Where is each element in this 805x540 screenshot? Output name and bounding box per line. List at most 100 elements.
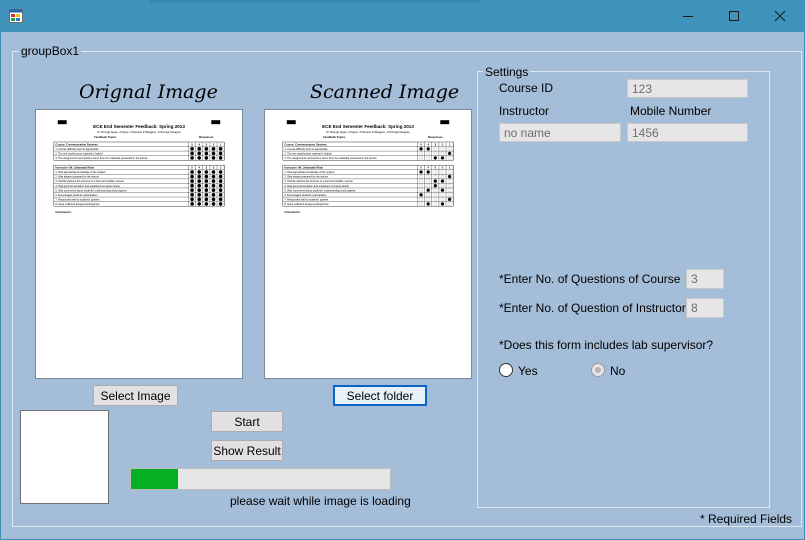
title-strip — [150, 0, 480, 3]
response-bubble — [426, 146, 431, 151]
scale-number: 4 — [427, 166, 429, 170]
scanned-image-box[interactable]: ECE End Semester Feedback: Spring 2013 5=… — [264, 109, 472, 379]
response-bubble — [440, 183, 445, 188]
response-bubble — [440, 170, 445, 174]
instructor-section-question: 3. He/She delivers the lectures in a lou… — [55, 179, 124, 183]
response-bubble — [426, 156, 431, 160]
instructor-section-question: 6. Encouraged students' participation — [55, 193, 98, 197]
loading-status-text: please wait while image is loading — [230, 494, 411, 508]
scale-number: 5 — [420, 166, 422, 170]
course-section-question: 3. The assignments and quizzes came from… — [284, 156, 377, 160]
yes-radio-label[interactable]: Yes — [518, 364, 538, 378]
form-comments-label: Comments: — [284, 210, 300, 214]
response-bubble — [419, 156, 423, 160]
response-bubble — [419, 146, 423, 151]
response-bubble — [447, 179, 452, 183]
form-comments-label: Comments: — [55, 210, 71, 214]
instructor-section-question: 5. Was concerned about students' underst… — [284, 188, 356, 192]
select-image-button[interactable]: Select Image — [93, 385, 178, 406]
response-bubble — [218, 146, 223, 151]
course-questions-field[interactable] — [686, 269, 724, 289]
required-fields-note: * Required Fields — [700, 512, 793, 526]
response-bubble — [433, 188, 438, 193]
response-bubble — [419, 188, 423, 193]
instructor-section-question: 8. Gave sufficient assignments/quizzes — [55, 202, 100, 206]
instructor-section-question: 6. Encouraged students' participation — [284, 193, 327, 197]
response-bubble — [197, 174, 202, 179]
show-result-button[interactable]: Show Result — [211, 440, 283, 461]
start-button[interactable]: Start — [211, 411, 283, 432]
groupbox-settings-label: Settings — [483, 65, 531, 79]
response-bubble — [197, 183, 202, 188]
response-bubble — [204, 156, 209, 160]
minimize-button[interactable] — [665, 0, 711, 32]
close-button[interactable] — [757, 0, 803, 32]
instructor-section-header: Instructor: Mr. Jahanzaib Khan — [284, 166, 323, 170]
title-bar[interactable] — [0, 0, 805, 32]
course-id-field[interactable] — [627, 79, 748, 98]
maximize-icon — [729, 11, 739, 21]
response-bubble — [211, 151, 216, 156]
select-folder-button[interactable]: Select folder — [333, 385, 427, 406]
original-image-box[interactable]: ECE End Semester Feedback: Spring 2013 5=… — [35, 109, 243, 379]
response-bubble — [440, 151, 445, 156]
response-bubble — [204, 192, 209, 197]
response-bubble — [426, 202, 431, 206]
groupbox-main-label: groupBox1 — [19, 44, 82, 58]
scale-number: 3 — [435, 166, 437, 170]
original-image-heading: Orignal Image — [79, 81, 218, 103]
response-bubble — [218, 170, 223, 174]
response-bubble — [440, 197, 445, 202]
course-section-question: 2. The text book/course material is help… — [284, 151, 332, 155]
form-scale: 5= Strongly Agree, 4=Agree, 3=Neutral, 2… — [326, 130, 410, 134]
response-bubble — [218, 183, 223, 188]
response-bubble — [190, 151, 194, 156]
response-bubble — [419, 151, 423, 156]
instructor-field[interactable] — [499, 123, 621, 142]
course-section-header: Course: Communication Systems — [284, 142, 327, 146]
instructor-questions-field[interactable] — [686, 298, 724, 318]
response-bubble — [419, 179, 423, 183]
response-bubble — [197, 170, 202, 174]
response-bubble — [426, 174, 431, 179]
instructor-section-question: 4. Had good presentation and explained c… — [55, 184, 120, 188]
maximize-button[interactable] — [711, 0, 757, 32]
scale-number: 4 — [198, 142, 200, 146]
yes-radio[interactable] — [499, 363, 513, 377]
no-radio-label[interactable]: No — [610, 364, 625, 378]
form-title: ECE End Semester Feedback: Spring 2013 — [322, 124, 414, 129]
response-bubble — [433, 146, 438, 151]
mobile-number-field[interactable] — [627, 123, 748, 142]
instructor-section-question: 5. Was concerned about students' underst… — [55, 188, 127, 192]
corner-marker — [57, 120, 67, 125]
response-bubble — [447, 197, 452, 202]
response-bubble — [204, 179, 209, 183]
minimize-icon — [683, 16, 693, 17]
original-document-image: ECE End Semester Feedback: Spring 20135=… — [53, 120, 225, 214]
scanned-image-heading: Scanned Image — [310, 81, 460, 103]
scale-number: 3 — [435, 142, 437, 146]
response-bubble — [433, 170, 438, 174]
response-bubble — [447, 146, 452, 151]
response-bubble — [197, 151, 202, 156]
scale-number: 1 — [449, 142, 451, 146]
response-bubble — [211, 174, 216, 179]
response-bubble — [197, 179, 202, 183]
response-bubble — [211, 179, 216, 183]
response-bubble — [447, 170, 452, 174]
instructor-section-question: 2. Was always prepared for the lecture — [55, 175, 99, 179]
response-bubble — [447, 151, 452, 156]
form-title: ECE End Semester Feedback: Spring 2013 — [93, 124, 185, 129]
instructor-section-question: 2. Was always prepared for the lecture — [284, 175, 328, 179]
scanned-document-image: ECE End Semester Feedback: Spring 20135=… — [282, 120, 454, 214]
no-radio[interactable] — [591, 363, 605, 377]
response-bubble — [218, 156, 223, 160]
response-bubble — [197, 188, 202, 193]
loading-progress-bar — [130, 468, 391, 490]
response-bubble — [190, 197, 194, 202]
response-bubble — [211, 192, 216, 197]
response-bubble — [190, 146, 194, 151]
response-bubble — [204, 174, 209, 179]
mobile-number-label: Mobile Number — [630, 104, 712, 118]
response-bubble — [218, 197, 223, 202]
